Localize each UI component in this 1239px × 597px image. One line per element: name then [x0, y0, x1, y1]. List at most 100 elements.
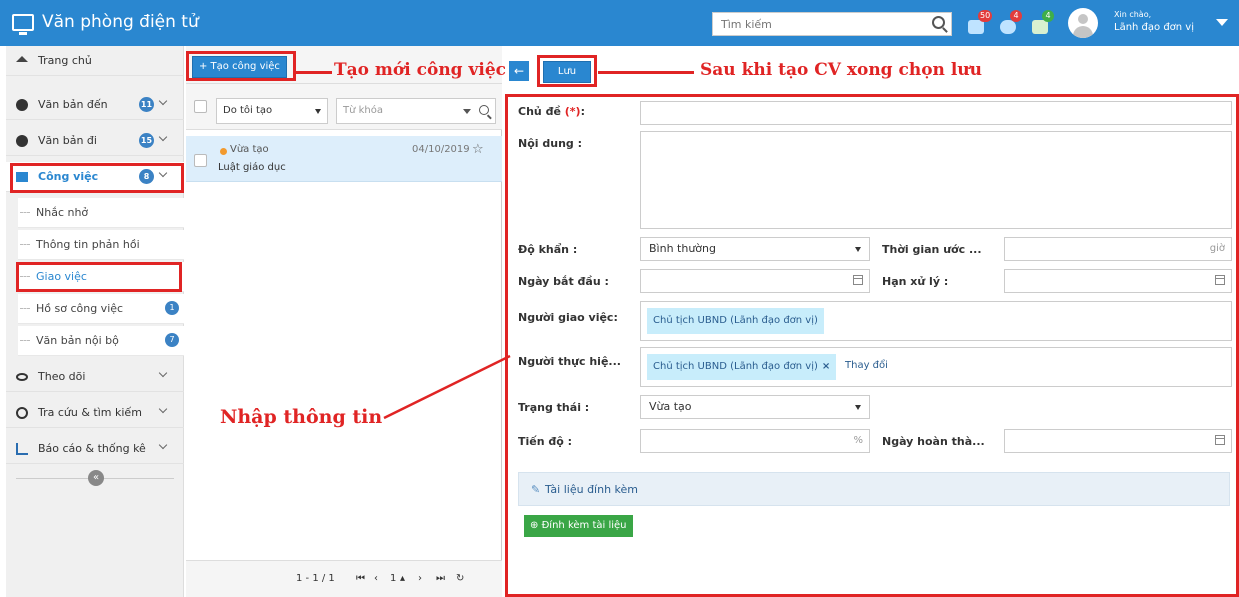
chevron-down-icon[interactable] [158, 404, 168, 414]
subitem-label: Nhắc nhở [36, 206, 89, 219]
search-box[interactable] [712, 12, 952, 36]
pager-range: 1 - 1 / 1 [296, 573, 335, 584]
sidebar-item-reports[interactable]: Báo cáo & thống kê [6, 434, 184, 464]
brand[interactable]: Văn phòng điện tử [12, 12, 199, 35]
attachments-header: ✎ Tài liệu đính kèm [518, 472, 1230, 506]
subitem-label: Hồ sơ công việc [36, 302, 124, 315]
annotation-arrow-create [296, 71, 332, 74]
pager: 1 - 1 / 1 ⏮ ‹ 1 ▴ › ⏭ ↻ [186, 560, 502, 597]
chat-notification-icon[interactable]: 4 [1000, 10, 1022, 36]
status-value: Vừa tạo [649, 400, 692, 413]
page-dropdown-icon[interactable]: ▴ [400, 573, 405, 584]
annotation-box-create [186, 51, 296, 81]
assigner-label: Người giao việc: [518, 311, 618, 324]
annotation-create: Tạo mới công việc [334, 60, 506, 80]
sidebar-item-incoming[interactable]: Văn bản đến 11 [6, 90, 184, 120]
puzzle-notification-icon[interactable]: 4 [1032, 10, 1054, 36]
complete-date-input[interactable] [1004, 429, 1232, 453]
remove-icon[interactable]: × [822, 361, 830, 372]
sidebar-item-home[interactable]: Trang chủ [6, 46, 184, 76]
calendar-icon[interactable] [1215, 435, 1225, 445]
chat-icon [1000, 20, 1016, 34]
first-page-icon[interactable]: ⏮ [356, 573, 365, 584]
status-select[interactable]: Vừa tạo [640, 395, 870, 419]
subject-label: Chủ đề (*): [518, 105, 585, 118]
calendar-icon [968, 20, 984, 34]
sidebar-item-label: Trang chủ [38, 54, 92, 67]
search-icon[interactable] [932, 16, 945, 29]
last-page-icon[interactable]: ⏭ [436, 573, 445, 584]
executor-tag: Chủ tịch UBND (Lãnh đạo đơn vị) × [647, 354, 837, 380]
chevron-down-icon[interactable] [158, 368, 168, 378]
collapse-sidebar-icon[interactable]: « [88, 470, 104, 486]
caret-down-icon[interactable] [463, 109, 471, 114]
chevron-down-icon[interactable] [1216, 19, 1228, 26]
prev-page-icon[interactable]: ‹ [374, 573, 378, 584]
chevron-down-icon[interactable] [158, 96, 168, 106]
executor-field[interactable]: Chủ tịch UBND (Lãnh đạo đơn vị) × Thay đổ… [640, 347, 1232, 387]
task-form-panel: ← Lưu Chủ đề (*): Nội dung : Độ khẩn : B… [505, 46, 1239, 597]
chat-badge: 4 [1010, 10, 1022, 22]
task-form: Chủ đề (*): Nội dung : Độ khẩn : Bình th… [505, 94, 1239, 597]
top-bar: Văn phòng điện tử 50 4 4 Xin chào, Lãnh … [0, 0, 1239, 46]
app-title: Văn phòng điện tử [42, 12, 199, 32]
star-icon[interactable]: ☆ [472, 142, 484, 157]
complete-date-label: Ngày hoàn thà... [882, 435, 985, 448]
paperclip-icon: ✎ [531, 483, 541, 496]
executor-label: Người thực hiệ... [518, 355, 621, 368]
tree-dash [20, 340, 30, 341]
sidebar-item-outgoing[interactable]: Văn bản đi 15 [6, 126, 184, 156]
progress-input[interactable]: % [640, 429, 870, 453]
keyword-input[interactable]: Từ khóa [336, 98, 496, 124]
count-badge: 1 [165, 301, 179, 315]
status-dot [220, 148, 227, 155]
calendar-icon[interactable] [1215, 275, 1225, 285]
priority-select[interactable]: Bình thường [640, 237, 870, 261]
row-checkbox[interactable] [194, 154, 207, 167]
content-label: Nội dung : [518, 137, 583, 150]
arrow-right-circle-icon [16, 99, 28, 111]
chevron-down-icon[interactable] [158, 440, 168, 450]
annotation-save: Sau khi tạo CV xong chọn lưu [700, 60, 982, 80]
list-item[interactable]: Vừa tạo 04/10/2019 Luật giáo dục [186, 136, 502, 182]
filter-select[interactable]: Do tôi tạo [216, 98, 328, 124]
search-icon[interactable] [479, 105, 489, 115]
page-number[interactable]: 1 [390, 573, 396, 584]
user-greeting: Xin chào, [1114, 10, 1152, 19]
est-time-label: Thời gian ước ... [882, 243, 982, 256]
assigner-field[interactable]: Chủ tịch UBND (Lãnh đạo đơn vị) [640, 301, 1232, 341]
search-input[interactable] [713, 13, 913, 35]
start-date-input[interactable] [640, 269, 870, 293]
subitem-internal-docs[interactable]: Văn bản nội bộ 7 [18, 326, 184, 356]
avatar [1068, 8, 1098, 38]
subitem-feedback[interactable]: Thông tin phản hồi [18, 230, 184, 260]
subitem-reminders[interactable]: Nhắc nhở [18, 198, 184, 228]
subitem-label: Thông tin phản hồi [36, 238, 140, 251]
calendar-icon[interactable] [853, 275, 863, 285]
chevron-down-icon[interactable] [158, 132, 168, 142]
next-page-icon[interactable]: › [418, 573, 422, 584]
sidebar-item-label: Tra cứu & tìm kiếm [38, 406, 142, 419]
filter-value: Do tôi tạo [223, 105, 273, 116]
keyword-placeholder: Từ khóa [343, 105, 383, 116]
start-date-label: Ngày bắt đầu : [518, 275, 609, 288]
calendar-notification-icon[interactable]: 50 [968, 10, 993, 36]
est-time-input[interactable]: giờ [1004, 237, 1232, 261]
sidebar-item-search[interactable]: Tra cứu & tìm kiếm [6, 398, 184, 428]
sidebar-item-tracking[interactable]: Theo dõi [6, 362, 184, 392]
content-textarea[interactable] [640, 131, 1232, 229]
subject-input[interactable] [640, 101, 1232, 125]
tree-dash [20, 308, 30, 309]
attach-file-button[interactable]: ⊕ Đính kèm tài liệu [524, 515, 633, 537]
row-date: 04/10/2019 [412, 144, 470, 155]
executor-value: Chủ tịch UBND (Lãnh đạo đơn vị) [653, 361, 818, 372]
puzzle-badge: 4 [1042, 10, 1054, 22]
deadline-input[interactable] [1004, 269, 1232, 293]
refresh-icon[interactable]: ↻ [456, 573, 464, 584]
change-link[interactable]: Thay đổi [845, 360, 888, 371]
back-button[interactable]: ← [509, 61, 529, 81]
sidebar-item-label: Theo dõi [38, 370, 86, 383]
subitem-task-records[interactable]: Hồ sơ công việc 1 [18, 294, 184, 324]
user-menu[interactable]: Xin chào, Lãnh đạo đơn vị [1068, 8, 1228, 38]
select-all-checkbox[interactable] [194, 100, 207, 113]
